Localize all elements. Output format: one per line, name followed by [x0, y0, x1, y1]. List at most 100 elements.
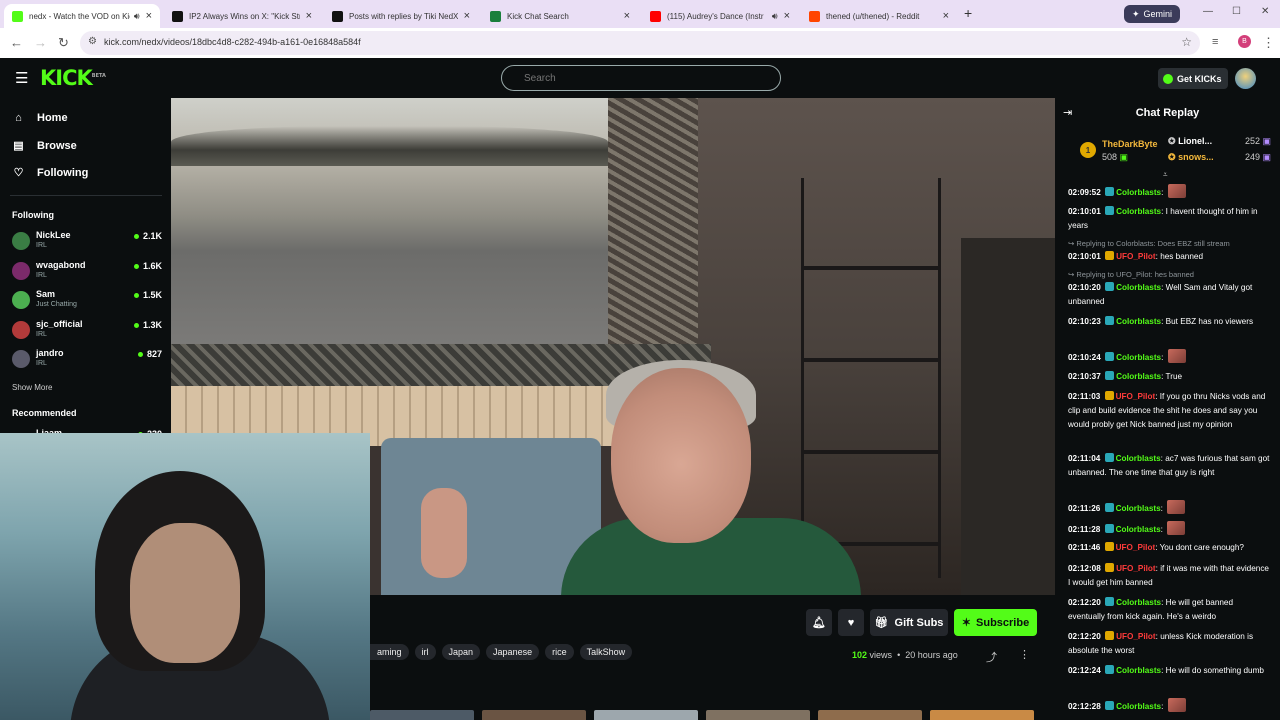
url-field[interactable]: ⚙ kick.com/nedx/videos/18dbc4d8-c282-494… — [80, 31, 1200, 55]
chat-message[interactable]: 02:10:01 Colorblasts: I havent thought o… — [1068, 205, 1270, 233]
share-icon[interactable]: ⤴ — [986, 649, 997, 665]
message-username[interactable]: UFO_Pilot — [1116, 632, 1156, 641]
chat-message[interactable]: 02:11:03 UFO_Pilot: If you go thru Nicks… — [1068, 390, 1270, 432]
speaker-icon[interactable]: 🔊︎ — [134, 11, 140, 22]
browser-tab[interactable]: Posts with replies by Tiki NedX × — [324, 4, 478, 28]
browser-tab[interactable]: (115) Audrey's Dance (Instr 🔊︎ × — [642, 4, 798, 28]
chat-message[interactable]: 02:11:26 Colorblasts: — [1068, 500, 1270, 516]
browser-tab[interactable]: nedx - Watch the VOD on Kick 🔊︎ × — [4, 4, 160, 28]
followed-channel[interactable]: wvagabond IRL 1.6K — [12, 260, 162, 288]
sidebar-nav-home[interactable]: ⌂ Home — [12, 112, 67, 124]
gemini-button[interactable]: ✦ Gemini — [1124, 5, 1181, 23]
message-username[interactable]: UFO_Pilot — [1116, 392, 1156, 401]
speaker-icon[interactable]: 🔊︎ — [772, 11, 778, 22]
chat-message[interactable]: 02:12:24 Colorblasts: He will do somethi… — [1068, 664, 1270, 678]
related-video-thumbnail[interactable] — [482, 710, 586, 720]
bookmark-star-icon[interactable]: ☆ — [1181, 35, 1192, 49]
sidebar-divider — [10, 195, 162, 196]
tag-chip[interactable]: Japanese — [486, 644, 540, 660]
tab-favicon-icon — [12, 10, 23, 22]
message-username[interactable]: Colorblasts — [1116, 188, 1161, 197]
message-username[interactable]: Colorblasts — [1116, 353, 1161, 362]
leader-name[interactable]: TheDarkByte — [1102, 139, 1158, 149]
message-username[interactable]: Colorblasts — [1116, 372, 1161, 381]
message-username[interactable]: UFO_Pilot — [1116, 543, 1156, 552]
chat-message[interactable]: 02:10:20 Colorblasts: Well Sam and Vital… — [1068, 281, 1270, 309]
chat-message[interactable]: 02:12:08 UFO_Pilot: if it was me with th… — [1068, 562, 1270, 590]
close-tab-icon[interactable]: × — [464, 10, 470, 22]
forward-icon[interactable]: → — [34, 35, 47, 50]
leader-name[interactable]: ✪ Lionel... — [1168, 136, 1212, 147]
message-username[interactable]: UFO_Pilot — [1116, 252, 1156, 261]
message-username[interactable]: Colorblasts — [1116, 525, 1161, 534]
tag-chip[interactable]: Japan — [441, 644, 481, 660]
kick-logo[interactable]: KICKBETA — [40, 66, 106, 90]
followed-channel[interactable]: Sam Just Chatting 1.5K — [12, 289, 162, 317]
chat-message[interactable]: 02:12:28 Colorblasts: — [1068, 697, 1270, 714]
chat-message[interactable]: 02:11:04 Colorblasts: ac7 was furious th… — [1068, 452, 1270, 480]
maximize-icon[interactable]: ☐ — [1232, 6, 1241, 17]
close-tab-icon[interactable]: × — [784, 10, 790, 22]
message-username[interactable]: Colorblasts — [1116, 317, 1161, 326]
site-info-icon[interactable]: ⚙ — [88, 36, 97, 47]
reload-icon[interactable]: ↻ — [58, 35, 69, 51]
message-username[interactable]: Colorblasts — [1116, 207, 1161, 216]
leader-name[interactable]: ✪ snows... — [1168, 152, 1214, 163]
message-username[interactable]: Colorblasts — [1116, 454, 1161, 463]
close-tab-icon[interactable]: × — [306, 10, 312, 22]
tag-chip[interactable]: TalkShow — [579, 644, 633, 660]
chat-message[interactable]: 02:11:46 UFO_Pilot: You dont care enough… — [1068, 541, 1270, 555]
related-video-thumbnail[interactable] — [370, 710, 474, 720]
close-tab-icon[interactable]: × — [624, 10, 630, 22]
more-options-icon[interactable]: ⋮ — [1019, 648, 1030, 661]
related-video-thumbnail[interactable] — [594, 710, 698, 720]
minimize-icon[interactable]: — — [1203, 6, 1213, 17]
browser-tab[interactable]: Kick Chat Search × — [482, 4, 638, 28]
message-username[interactable]: Colorblasts — [1116, 702, 1161, 711]
followed-channel[interactable]: NickLee IRL 2.1K — [12, 230, 162, 258]
chat-message[interactable]: 02:11:28 Colorblasts: — [1068, 520, 1270, 537]
chat-message[interactable]: 02:12:20 UFO_Pilot: unless Kick moderati… — [1068, 630, 1270, 658]
subscribe-button[interactable]: ✶ Subscribe — [954, 609, 1037, 636]
back-icon[interactable]: ← — [10, 35, 23, 50]
browser-tab[interactable]: thened (u/thened) - Reddit × — [801, 4, 957, 28]
hamburger-menu-icon[interactable]: ☰ — [15, 69, 28, 87]
chat-message[interactable]: 02:10:23 Colorblasts: But EBZ has no vie… — [1068, 315, 1270, 329]
get-kicks-button[interactable]: Get KICKs — [1158, 68, 1228, 89]
show-more-link[interactable]: Show More — [12, 383, 52, 392]
message-username[interactable]: Colorblasts — [1116, 504, 1161, 513]
related-video-thumbnail[interactable] — [818, 710, 922, 720]
user-avatar[interactable] — [1235, 68, 1256, 89]
follow-heart-button[interactable]: ♥ — [838, 609, 864, 636]
browser-tab[interactable]: IP2 Always Wins on X: "Kick Str × — [164, 4, 320, 28]
gift-subs-button[interactable]: 🎁︎ Gift Subs — [870, 609, 948, 636]
search-input[interactable] — [501, 65, 781, 91]
browser-profile-avatar[interactable]: B — [1238, 35, 1251, 48]
close-window-icon[interactable]: ✕ — [1261, 6, 1269, 17]
related-video-thumbnail[interactable] — [706, 710, 810, 720]
close-tab-icon[interactable]: × — [943, 10, 949, 22]
followed-channel[interactable]: sjc_official IRL 1.3K — [12, 319, 162, 347]
tag-chip[interactable]: irl — [414, 644, 436, 660]
related-video-thumbnail[interactable] — [930, 710, 1034, 720]
message-username[interactable]: UFO_Pilot — [1116, 564, 1156, 573]
chat-message[interactable]: 02:10:37 Colorblasts: True — [1068, 370, 1270, 384]
chat-message[interactable]: 02:09:52 Colorblasts: — [1068, 184, 1270, 200]
message-username[interactable]: Colorblasts — [1116, 283, 1161, 292]
close-tab-icon[interactable]: × — [146, 10, 152, 22]
tag-chip[interactable]: rice — [545, 644, 574, 660]
browser-menu-icon[interactable]: ⋮ — [1262, 35, 1275, 51]
followed-channel[interactable]: jandro IRL 827 — [12, 348, 162, 376]
chat-message[interactable]: 02:12:20 Colorblasts: He will get banned… — [1068, 596, 1270, 624]
message-username[interactable]: Colorblasts — [1116, 598, 1161, 607]
sidebar-nav-following[interactable]: ♡ Following — [12, 166, 89, 180]
tag-chip[interactable]: aming — [370, 644, 409, 660]
chat-message[interactable]: 02:10:24 Colorblasts: — [1068, 349, 1270, 365]
sidebar-nav-browse[interactable]: ▤ Browse — [12, 139, 76, 153]
pin-toggle-icon[interactable]: ⩡ — [1163, 170, 1168, 180]
message-username[interactable]: Colorblasts — [1116, 666, 1161, 675]
chat-message[interactable]: 02:10:01 UFO_Pilot: hes banned — [1068, 250, 1270, 264]
notify-bell-button[interactable]: 🔔︎ — [806, 609, 832, 636]
reading-list-icon[interactable]: ≡ — [1212, 36, 1218, 48]
new-tab-icon[interactable]: + — [964, 5, 972, 21]
